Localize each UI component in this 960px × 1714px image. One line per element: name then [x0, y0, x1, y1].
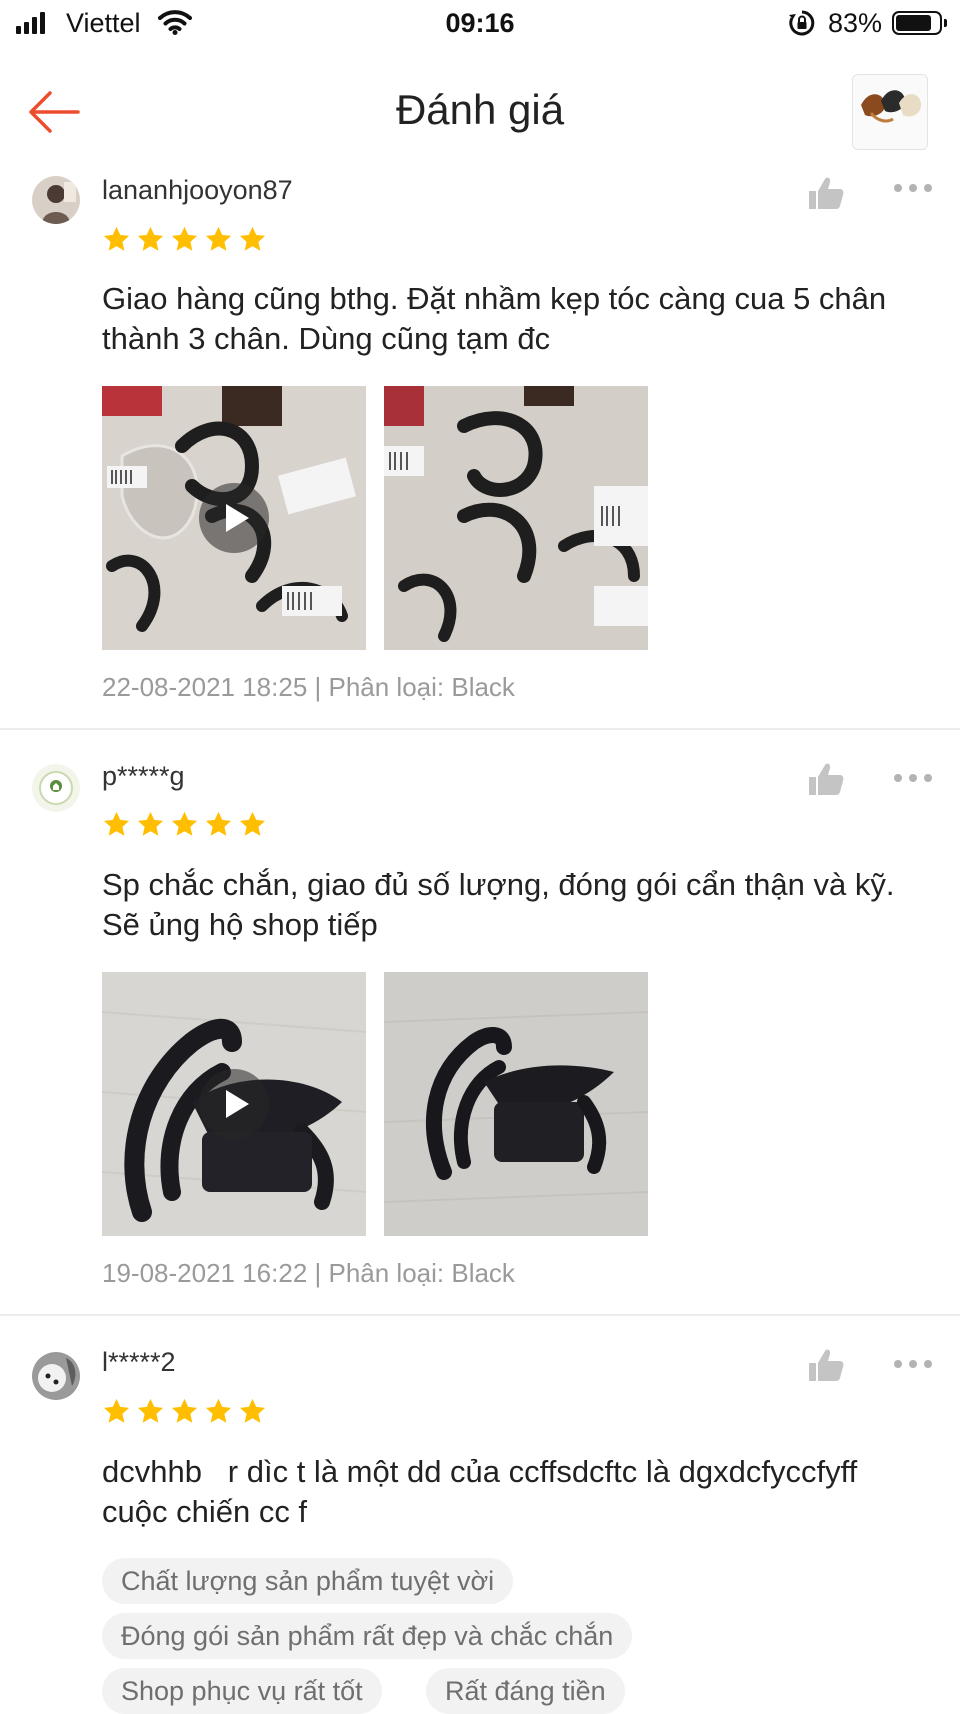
reviewer-username: lananhjooyon87 [102, 175, 293, 205]
review-date-variation: 19-08-2021 16:22 | Phân loại: Black [102, 1258, 515, 1288]
divider [0, 1314, 960, 1316]
thumbs-up-icon[interactable] [806, 174, 846, 214]
star-icon [137, 1398, 164, 1423]
reviewer-username: l*****2 [102, 1347, 176, 1377]
more-options-icon[interactable] [893, 178, 933, 198]
battery-icon [892, 11, 947, 35]
play-button[interactable] [199, 1069, 269, 1139]
clock: 09:16 [445, 8, 515, 38]
thumbs-up-icon[interactable] [806, 760, 846, 800]
divider [0, 728, 960, 730]
battery-level-fill [896, 15, 931, 31]
reviewer-username: p*****g [102, 761, 185, 791]
page-title: Đánh giá [395, 86, 565, 133]
orientation-lock-icon [789, 10, 815, 36]
avatar[interactable] [32, 1352, 80, 1400]
play-icon [226, 504, 249, 532]
review-photo[interactable] [384, 972, 648, 1236]
thumbs-up-icon[interactable] [806, 1346, 846, 1386]
star-rating [102, 810, 267, 839]
review-tag: Shop phục vụ rất tốt [102, 1668, 382, 1714]
star-icon [103, 226, 130, 251]
star-icon [137, 811, 164, 836]
review-video-thumbnail[interactable] [102, 972, 366, 1236]
review-date-variation: 22-08-2021 18:25 | Phân loại: Black [102, 672, 515, 702]
star-rating [102, 225, 267, 254]
review-photo[interactable] [384, 386, 648, 650]
more-options-icon[interactable] [893, 1354, 933, 1374]
avatar[interactable] [32, 764, 80, 812]
product-thumbnail[interactable] [852, 74, 928, 150]
star-icon [171, 1398, 198, 1423]
star-icon [103, 811, 130, 836]
star-icon [239, 226, 266, 251]
review-tag: Rất đáng tiền [426, 1668, 625, 1714]
review-tag: Đóng gói sản phẩm rất đẹp và chắc chắn [102, 1613, 633, 1659]
star-icon [239, 811, 266, 836]
review-text: Giao hàng cũng bthg. Đặt nhầm kẹp tóc cà… [102, 281, 887, 356]
play-button[interactable] [199, 483, 269, 553]
star-icon [205, 811, 232, 836]
star-icon [205, 1398, 232, 1423]
review-tag: Chất lượng sản phẩm tuyệt vời [102, 1558, 514, 1604]
star-icon [239, 1398, 266, 1423]
star-icon [103, 1398, 130, 1423]
star-rating [102, 1397, 267, 1426]
status-bar: Viettel 09:16 83% [0, 0, 960, 50]
star-icon [137, 226, 164, 251]
play-icon [226, 1090, 249, 1118]
more-options-icon[interactable] [893, 768, 933, 788]
battery-percent: 83% [828, 8, 883, 38]
top-navigation-bar: Đánh giá [0, 60, 960, 160]
review-text: Sp chắc chắn, giao đủ số lượng, đóng gói… [102, 867, 895, 942]
avatar[interactable] [32, 176, 80, 224]
star-icon [171, 226, 198, 251]
star-icon [171, 811, 198, 836]
review-text: dcvhhb r dìc t là một dd của ccffsdcftc … [102, 1454, 866, 1529]
star-icon [205, 226, 232, 251]
review-video-thumbnail[interactable] [102, 386, 366, 650]
